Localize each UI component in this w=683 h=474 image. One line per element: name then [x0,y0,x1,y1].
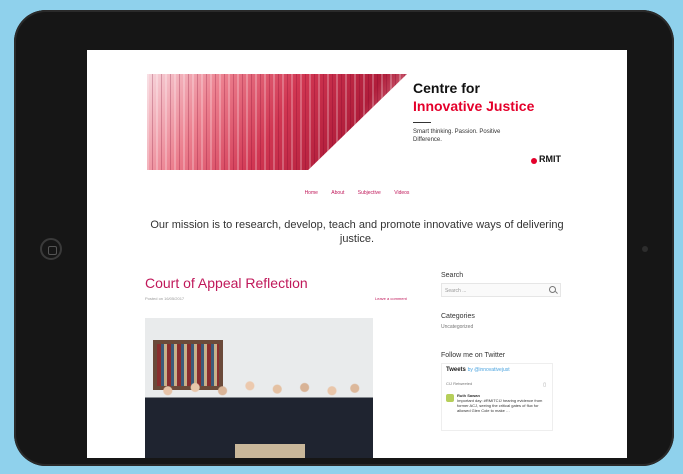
twitter-heading: Follow me on Twitter [441,352,506,359]
banner-title-line1: Centre for [413,80,480,96]
tweet-text: Ruth Sawan Important day: #RMITCIJ heari… [457,393,547,413]
rmit-logo-text: RMIT [539,154,561,164]
banner-divider [413,122,431,123]
banner-artwork [147,74,407,170]
post-title[interactable]: Court of Appeal Reflection [145,275,308,291]
banner-tagline: Smart thinking. Passion. Positive Differ… [413,129,501,143]
browser-screen: Centre for Innovative Justice Smart thin… [87,50,627,458]
tweet-body: Important day: #RMITCIJ hearing evidence… [457,398,543,413]
search-heading: Search [441,272,464,279]
sidebar: Search Search ... Categories Uncategoriz… [441,272,561,431]
tablet-frame: Centre for Innovative Justice Smart thin… [14,10,674,466]
mission-statement: Our mission is to research, develop, tea… [150,219,564,245]
tweets-by-link[interactable]: by @innovativejust [468,367,510,373]
retweet-label: CIJ Retweeted [446,381,473,386]
tweets-header: Tweets by @innovativejust [446,367,548,373]
categories-heading: Categories [441,313,475,320]
banner-title-line2: Innovative Justice [413,98,535,114]
main-nav: Home About Subjective Videos [87,190,627,196]
more-icon[interactable]: ▯ [543,382,546,388]
table-image [235,444,305,458]
rmit-logo-icon [531,158,537,164]
category-item[interactable]: Uncategorized [441,324,561,330]
tweets-label: Tweets [446,367,466,373]
nav-item-home[interactable]: Home [305,190,318,196]
post-photo [145,318,373,458]
nav-item-videos[interactable]: Videos [394,190,409,196]
nav-item-subjective[interactable]: Subjective [358,190,381,196]
search-input[interactable]: Search ... [441,283,561,297]
search-icon[interactable] [549,286,556,293]
avatar[interactable] [446,394,454,402]
nav-item-about[interactable]: About [331,190,344,196]
search-placeholder: Search ... [445,288,467,294]
twitter-widget: Tweets by @innovativejust ▯ CIJ Retweete… [441,363,553,431]
site-banner[interactable]: Centre for Innovative Justice Smart thin… [147,74,571,170]
camera-icon [642,246,648,252]
leave-comment-link[interactable]: Leave a comment [375,296,407,301]
home-button[interactable] [40,238,62,260]
post-meta: Posted on 16/05/2017 [145,296,185,301]
